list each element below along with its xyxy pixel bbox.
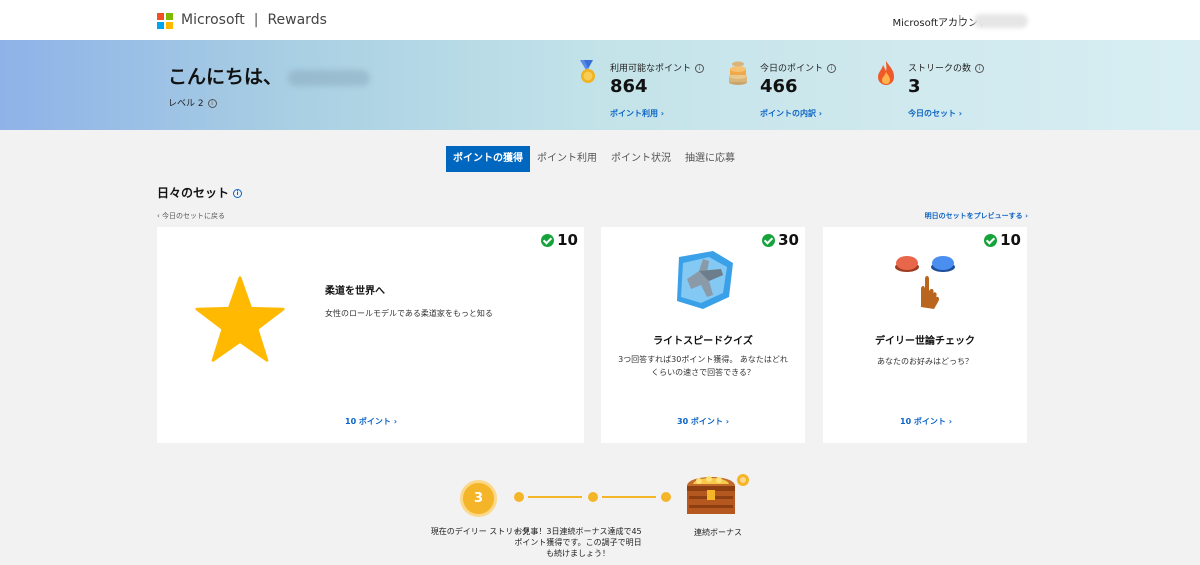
streak-step-dot (514, 492, 524, 502)
info-icon[interactable]: i (827, 64, 837, 73)
daily-set-card[interactable]: 30 ライトスピードクイズ 3つ回答すれば30ポイント獲得。 あなたはどれくらい… (601, 227, 805, 443)
brand-separator: | (253, 12, 259, 28)
info-icon[interactable]: i (695, 64, 705, 73)
stat-value: 3 (908, 76, 921, 97)
card-description: あなたのお好みはどっち？ (877, 357, 973, 366)
level-indicator: レベル 2i (168, 96, 217, 109)
card-points-link[interactable]: 10 ポイント › (345, 416, 397, 427)
card-title: ライトスピードクイズ (653, 336, 753, 347)
points-badge: 10 (541, 231, 578, 249)
poll-buttons-icon (895, 256, 955, 309)
medal-icon (580, 60, 595, 83)
check-icon (762, 233, 776, 247)
card-points-link[interactable]: 10 ポイント › (900, 416, 952, 427)
greeting: こんにちは、 (168, 62, 371, 89)
stat-label: 今日のポイント i (760, 61, 837, 74)
jet-icon (677, 251, 733, 309)
coins-icon (729, 61, 747, 85)
points-breakdown-link[interactable]: ポイントの内訳 › (760, 108, 822, 119)
tab-bar: ポイントの獲得 ポイント利用 ポイント状況 抽選に応募 (446, 146, 742, 172)
stat-value: 864 (610, 76, 648, 97)
preview-tomorrow-link[interactable]: 明日のセットをプレビューする › (925, 211, 1028, 221)
card-title: 柔道を世界へ (325, 286, 385, 297)
back-to-today-link[interactable]: ‹ 今日のセットに戻る (157, 211, 225, 221)
daily-set-card[interactable]: 10 デイリー世論チェック あなたのお好みはどっち？ 10 ポイント › (823, 227, 1027, 443)
brand[interactable]: Microsoft | Rewards (181, 12, 327, 28)
card-description: 3つ回答すれば30ポイント獲得。 あなたはどれくらいの速さで回答できる？ (618, 355, 788, 377)
tab-earn[interactable]: ポイントの獲得 (446, 146, 530, 172)
info-icon[interactable]: i (975, 64, 985, 73)
level-text: レベル 2 (168, 99, 204, 109)
info-icon[interactable]: i (233, 189, 243, 198)
todays-set-link[interactable]: 今日のセット › (908, 108, 962, 119)
redeem-link[interactable]: ポイント利用 › (610, 108, 664, 119)
user-name-blurred (288, 69, 371, 86)
streak-bonus-label: 連続ボーナス (694, 528, 742, 537)
tab-status[interactable]: ポイント状況 (604, 146, 678, 172)
daily-set-card[interactable]: 10 柔道を世界へ 女性のロールモデルである柔道家をもっと知る 10 ポイント … (157, 227, 584, 443)
streak-progress-line (528, 496, 582, 498)
stat-value: 466 (760, 76, 798, 97)
points-badge: 10 (984, 231, 1021, 249)
microsoft-logo-icon[interactable] (157, 13, 173, 29)
streak-progress-line (602, 496, 656, 498)
check-icon (541, 233, 555, 247)
top-bar: Microsoft | Rewards Microsoftアカウント | (0, 0, 1200, 40)
card-description: 女性のロールモデルである柔道家をもっと知る (325, 309, 493, 318)
streak-count-circle: 3 (460, 480, 497, 517)
product-name: Rewards (267, 12, 327, 28)
check-icon (984, 233, 998, 247)
account-name-blurred[interactable] (974, 14, 1028, 28)
streak-step-dot (661, 492, 671, 502)
card-title: デイリー世論チェック (875, 336, 975, 347)
tab-redeem[interactable]: ポイント利用 (530, 146, 604, 172)
stat-label: ストリークの数 i (908, 61, 985, 74)
streak-message: お見事！3日連続ボーナス達成で45ポイント獲得です。この調子で明日も続けましょう… (514, 527, 642, 558)
brand-name: Microsoft (181, 12, 245, 28)
greeting-text: こんにちは、 (168, 66, 283, 88)
streak-step-dot (588, 492, 598, 502)
account-separator: | (958, 13, 962, 26)
star-icon (195, 276, 285, 362)
card-points-link[interactable]: 30 ポイント › (677, 416, 729, 427)
flame-icon (878, 61, 894, 85)
info-icon[interactable]: i (207, 99, 217, 108)
tab-sweepstakes[interactable]: 抽選に応募 (678, 146, 742, 172)
daily-set-title: 日々のセット i (157, 184, 243, 201)
treasure-chest-icon (687, 474, 749, 514)
points-badge: 30 (762, 231, 799, 249)
stat-label: 利用可能なポイント i (610, 61, 705, 74)
